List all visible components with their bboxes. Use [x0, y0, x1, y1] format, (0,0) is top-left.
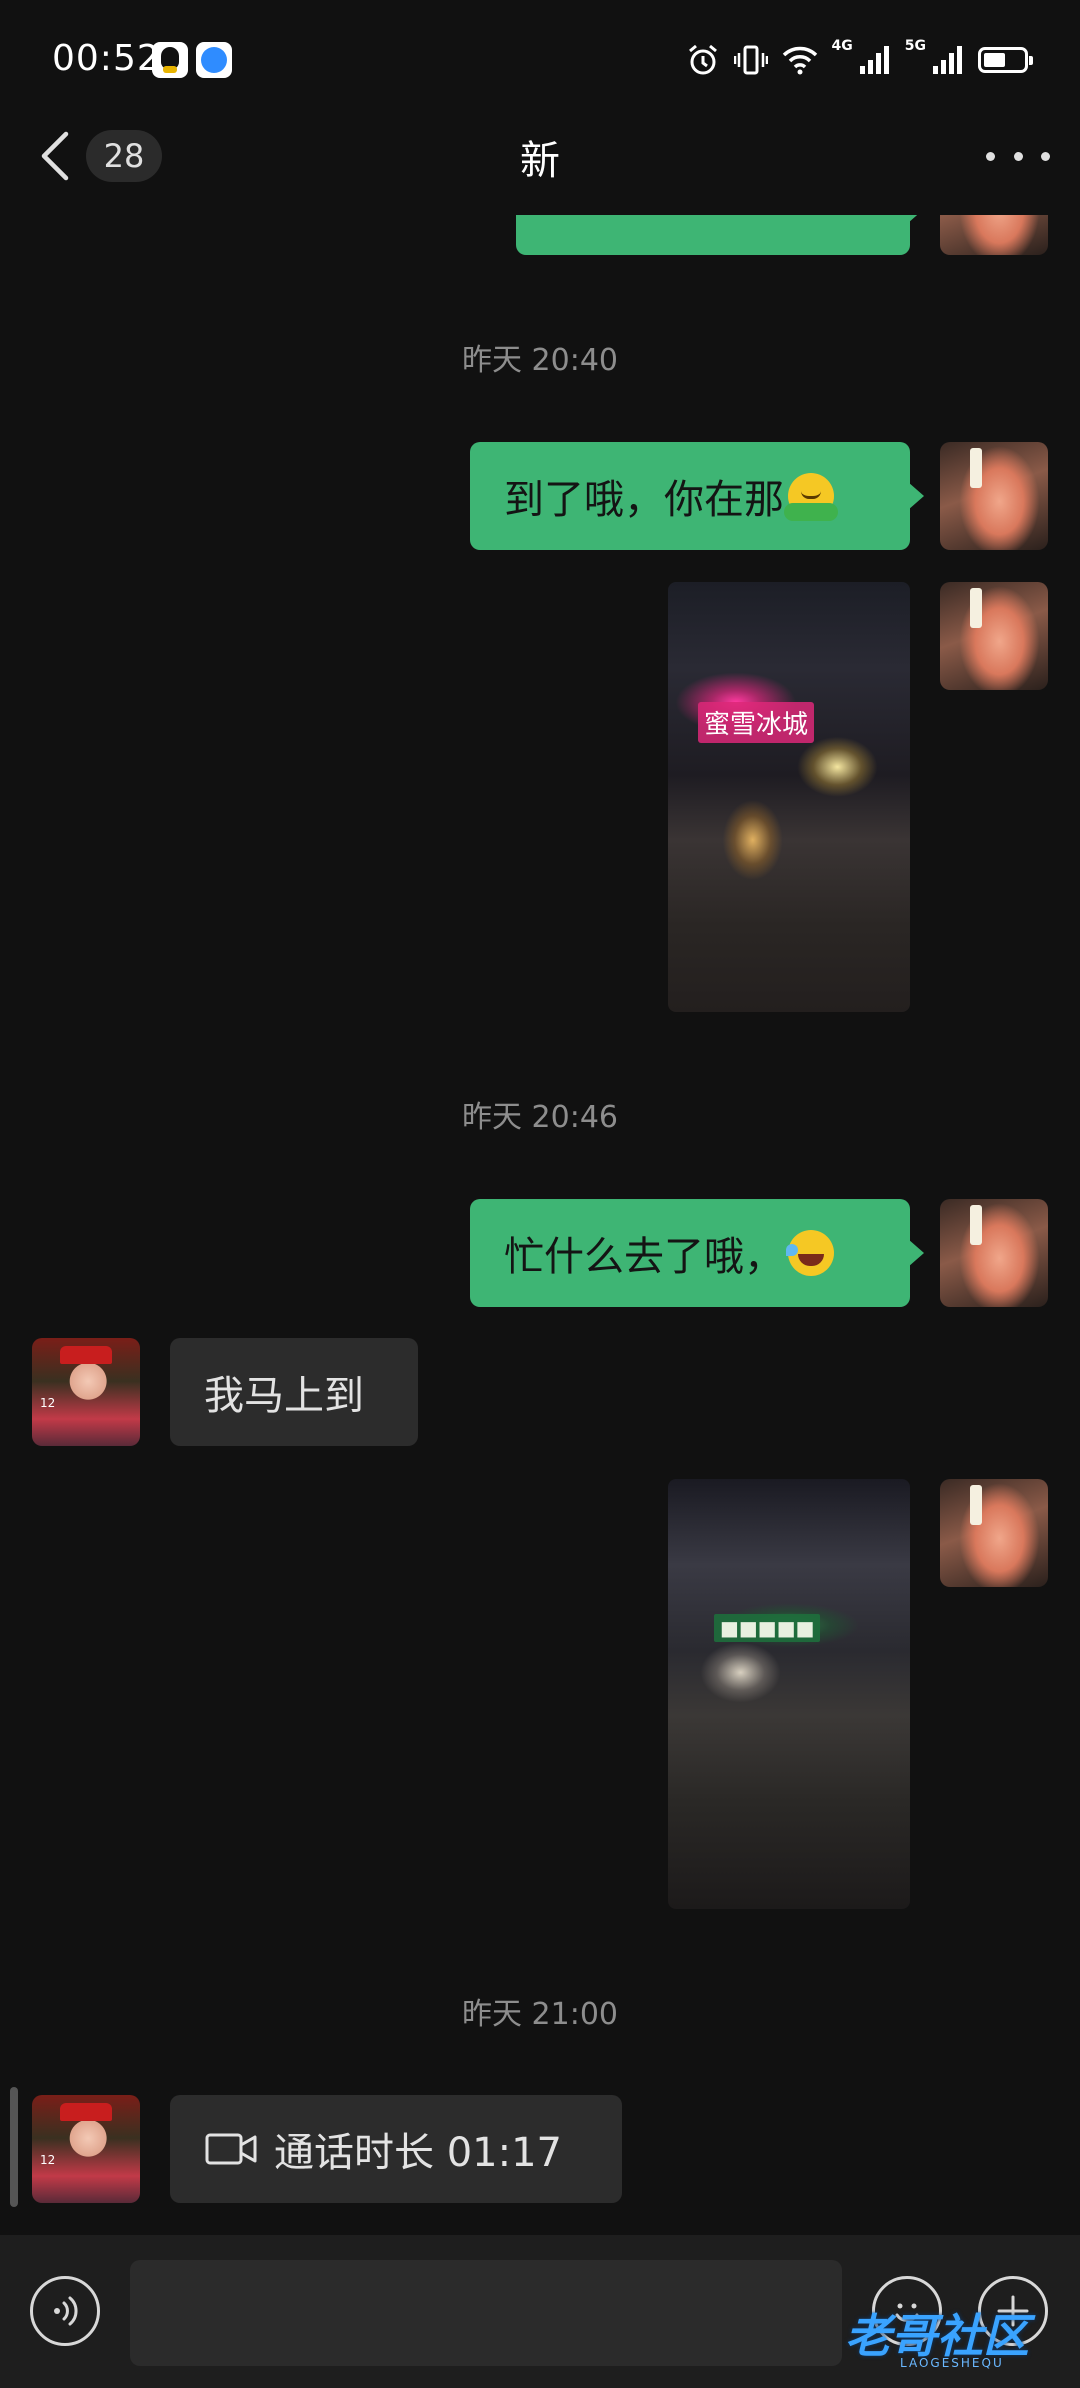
timestamp: 昨天 20:40 — [462, 343, 618, 378]
qq-notification-icon — [152, 42, 188, 78]
more-dot — [1013, 151, 1023, 161]
hug-emoji-icon — [784, 473, 838, 521]
status-time: 00:52 — [52, 38, 161, 79]
chat-title: 新 — [520, 138, 560, 184]
my-avatar[interactable] — [940, 582, 1048, 690]
contact-avatar[interactable] — [32, 2095, 140, 2203]
more-dot — [986, 151, 995, 161]
message-bubble-sent[interactable]: 忙什么去了哦， — [470, 1199, 924, 1307]
more-options-button[interactable] — [986, 140, 1050, 172]
network-type-label-2: 5G — [904, 38, 926, 54]
message-text: 我马上到 — [204, 1373, 364, 1419]
message-input[interactable] — [130, 2260, 842, 2366]
battery-fill — [984, 53, 1005, 67]
chat-message-list[interactable]: 昨天 20:40 到了哦，你在那 蜜雪冰城 昨天 20:46 忙什么去了哦， 我… — [0, 215, 1080, 2235]
timestamp: 昨天 20:46 — [462, 1100, 618, 1135]
message-bubble-received[interactable]: 我马上到 — [170, 1338, 418, 1446]
timestamp: 昨天 21:00 — [462, 1997, 618, 2032]
vibrate-icon — [733, 42, 768, 78]
photo-sign-shape: ■■■■■ — [714, 1614, 821, 1642]
voice-icon — [54, 2296, 78, 2326]
message-bubble-sent[interactable]: 到了哦，你在那 — [470, 442, 924, 550]
my-avatar[interactable] — [940, 1199, 1048, 1307]
photo-message-storefront[interactable]: 蜜雪冰城 — [668, 582, 910, 1012]
message-text: 到了哦，你在那 — [504, 477, 784, 523]
status-icons: 4G 5G — [686, 38, 1033, 82]
battery-icon — [978, 47, 1033, 73]
wifi-icon — [782, 42, 818, 78]
photo-message-street[interactable]: ■■■■■ — [668, 1479, 910, 1909]
photo-sign-text: 蜜雪冰城 — [698, 702, 815, 743]
video-call-record-bubble[interactable]: 通话时长 01:17 — [170, 2095, 622, 2203]
my-avatar[interactable] — [940, 1479, 1048, 1587]
video-camera-icon — [205, 2133, 257, 2165]
call-duration-text: 通话时长 01:17 — [274, 2130, 562, 2176]
voice-input-button[interactable] — [30, 2276, 100, 2346]
more-dot — [1041, 151, 1050, 161]
my-avatar[interactable] — [940, 442, 1048, 550]
browser-notification-icon — [196, 42, 232, 78]
alarm-icon — [686, 42, 720, 78]
contact-avatar[interactable] — [32, 1338, 140, 1446]
watermark-subtext: LAOGESHEQU — [900, 2356, 1004, 2370]
signal-icon-2 — [932, 42, 964, 78]
message-text: 忙什么去了哦， — [504, 1234, 784, 1280]
network-type-label: 4G — [831, 38, 853, 54]
scroll-indicator — [10, 2087, 18, 2207]
laugh-cry-emoji-icon — [786, 1230, 834, 1276]
my-avatar[interactable] — [940, 215, 1048, 255]
message-bubble-partial[interactable] — [516, 215, 924, 255]
signal-icon — [859, 42, 891, 78]
